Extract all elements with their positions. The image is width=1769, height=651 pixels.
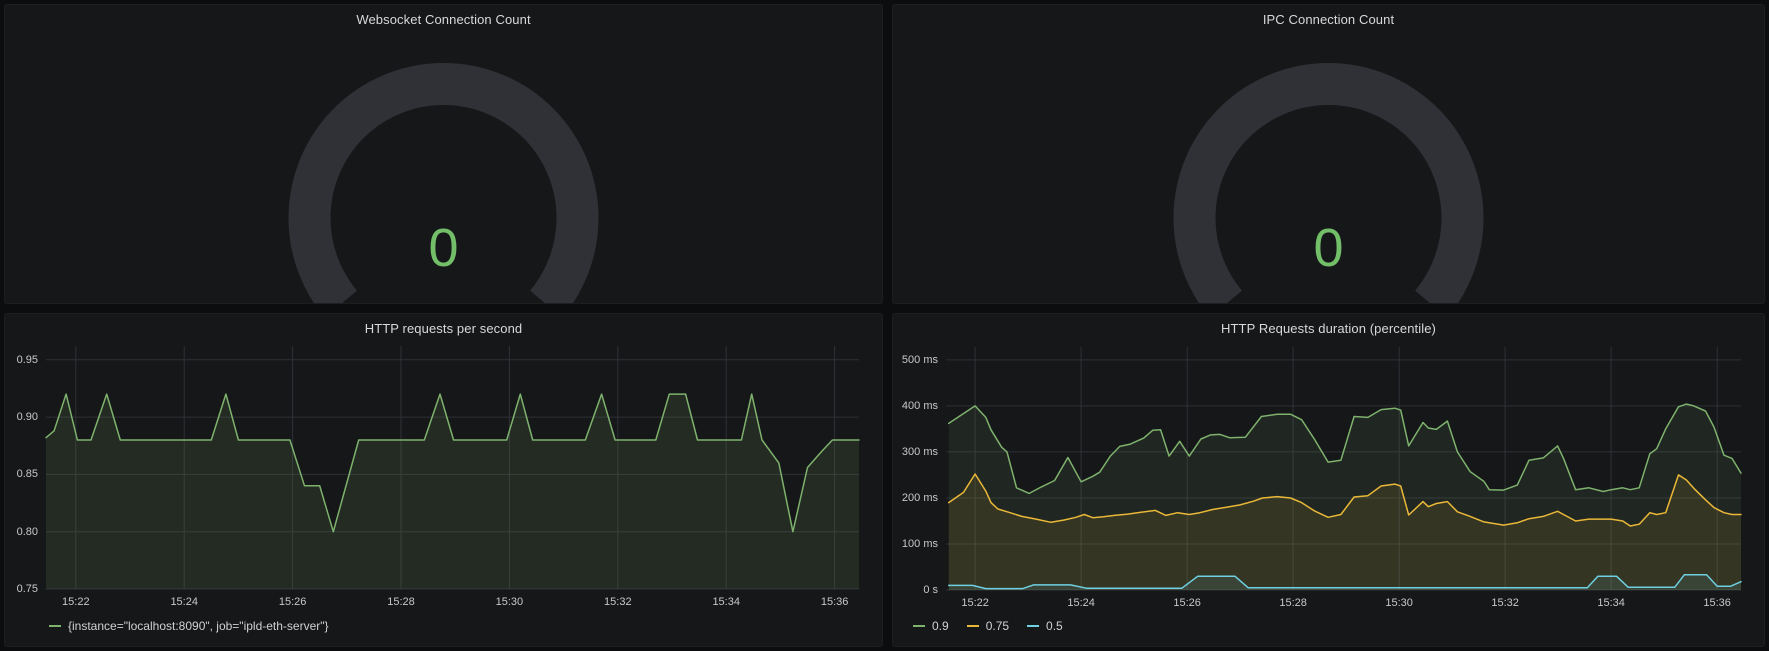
x-tick-label: 15:26 (268, 596, 318, 609)
x-tick-label: 15:34 (1586, 597, 1636, 610)
chart-plot-area[interactable] (46, 346, 859, 589)
x-tick-label: 15:30 (1374, 597, 1424, 610)
panel-http-requests-duration: HTTP Requests duration (percentile) 500 … (892, 313, 1765, 647)
panel-header-http-rps[interactable]: HTTP requests per second (5, 314, 882, 342)
panel-title: HTTP requests per second (365, 321, 523, 336)
legend-label: {instance="localhost:8090", job="ipld-et… (68, 619, 329, 633)
legend-item-0.5[interactable]: 0.5 (1027, 619, 1063, 633)
y-tick-label: 0.90 (5, 411, 38, 424)
legend-dash-icon (1027, 625, 1039, 627)
panel-websocket-connection-count: Websocket Connection Count 0 (4, 4, 883, 304)
panel-header-ipc[interactable]: IPC Connection Count (893, 5, 1764, 33)
x-tick-label: 15:34 (701, 596, 751, 609)
panel-title: Websocket Connection Count (356, 12, 530, 27)
chart-plot-area[interactable] (946, 347, 1741, 590)
legend-label: 0.9 (932, 619, 949, 633)
gauge-value: 0 (5, 221, 882, 275)
grafana-dashboard: Websocket Connection Count 0 IPC Connect… (0, 0, 1769, 651)
y-tick-label: 100 ms (893, 538, 938, 551)
x-tick-label: 15:36 (1692, 597, 1742, 610)
x-tick-label: 15:28 (376, 596, 426, 609)
x-tick-label: 15:26 (1162, 597, 1212, 610)
y-tick-label: 0 s (893, 584, 938, 597)
y-tick-label: 0.75 (5, 583, 38, 596)
y-tick-label: 200 ms (893, 492, 938, 505)
legend-dash-icon (913, 625, 925, 627)
legend-label: 0.5 (1046, 619, 1063, 633)
x-tick-label: 15:32 (593, 596, 643, 609)
chart-legend: {instance="localhost:8090", job="ipld-et… (49, 617, 329, 635)
y-tick-label: 0.80 (5, 526, 38, 539)
x-tick-label: 15:28 (1268, 597, 1318, 610)
y-tick-label: 500 ms (893, 354, 938, 367)
x-tick-label: 15:22 (51, 596, 101, 609)
x-tick-label: 15:30 (484, 596, 534, 609)
legend-item--instance-localhost-8090-job-ipld-eth-server-[interactable]: {instance="localhost:8090", job="ipld-et… (49, 619, 329, 633)
y-tick-label: 0.95 (5, 354, 38, 367)
x-tick-label: 15:32 (1480, 597, 1530, 610)
series-area--instance-localhost-8090-job-ipld-eth-server- (46, 394, 859, 589)
panel-title: IPC Connection Count (1263, 12, 1394, 27)
panel-http-requests-per-second: HTTP requests per second 0.95 0.90 0.85 0.8… (4, 313, 883, 647)
legend-item-0.75[interactable]: 0.75 (967, 619, 1009, 633)
legend-dash-icon (967, 625, 979, 627)
panel-header-websocket[interactable]: Websocket Connection Count (5, 5, 882, 33)
panel-ipc-connection-count: IPC Connection Count 0 (892, 4, 1765, 304)
x-tick-label: 15:22 (950, 597, 1000, 610)
x-tick-label: 15:36 (810, 596, 860, 609)
y-tick-label: 400 ms (893, 400, 938, 413)
y-tick-label: 300 ms (893, 446, 938, 459)
panel-title: HTTP Requests duration (percentile) (1221, 321, 1436, 336)
panel-header-http-duration[interactable]: HTTP Requests duration (percentile) (893, 314, 1764, 342)
y-tick-label: 0.85 (5, 468, 38, 481)
legend-item-0.9[interactable]: 0.9 (913, 619, 949, 633)
x-tick-label: 15:24 (1056, 597, 1106, 610)
legend-dash-icon (49, 625, 61, 627)
gauge-value: 0 (893, 221, 1764, 275)
x-tick-label: 15:24 (159, 596, 209, 609)
chart-legend: 0.9 0.75 0.5 (913, 617, 1063, 635)
legend-label: 0.75 (986, 619, 1009, 633)
